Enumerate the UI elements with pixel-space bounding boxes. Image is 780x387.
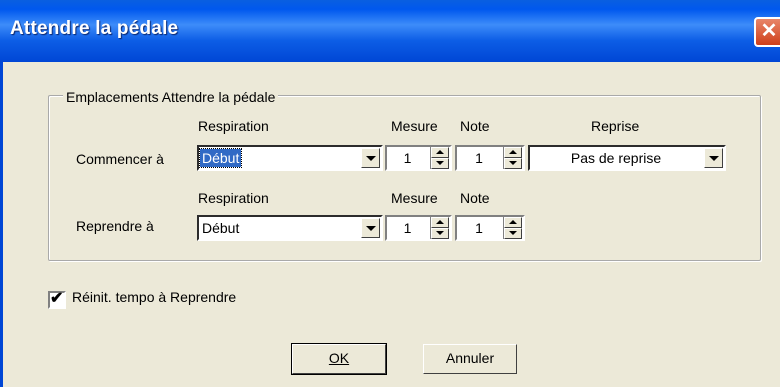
header-reprise: Reprise bbox=[591, 118, 640, 134]
reprise-value: Pas de reprise bbox=[570, 150, 662, 166]
reset-tempo-label[interactable]: Réinit. tempo à Reprendre bbox=[72, 289, 236, 305]
spinner-buttons bbox=[503, 147, 522, 169]
reprise-select[interactable]: Pas de reprise bbox=[528, 145, 726, 171]
close-button[interactable]: ✕ bbox=[754, 17, 780, 47]
header-respiration: Respiration bbox=[198, 118, 269, 134]
spin-down-icon[interactable] bbox=[431, 158, 449, 169]
reprendre-mesure-spinner[interactable]: 1 bbox=[385, 215, 452, 241]
reprendre-note-spinner[interactable]: 1 bbox=[455, 215, 525, 241]
cancel-label: Annuler bbox=[445, 350, 495, 366]
reprendre-mesure-value: 1 bbox=[403, 220, 412, 236]
spin-up-icon[interactable] bbox=[504, 217, 522, 228]
reprendre-respiration-select[interactable]: Début bbox=[197, 215, 383, 241]
cancel-button[interactable]: Annuler bbox=[423, 344, 517, 374]
spinner-buttons bbox=[430, 147, 449, 169]
commencer-mesure-spinner[interactable]: 1 bbox=[385, 145, 452, 171]
commencer-mesure-value: 1 bbox=[403, 150, 412, 166]
header-note: Note bbox=[460, 118, 490, 134]
commencer-note-spinner[interactable]: 1 bbox=[455, 145, 525, 171]
commencer-note-value: 1 bbox=[475, 150, 483, 166]
reprendre-note-value: 1 bbox=[475, 220, 483, 236]
title-bar: Attendre la pédale ✕ bbox=[0, 0, 780, 62]
chevron-down-icon[interactable] bbox=[361, 148, 380, 168]
reprendre-respiration-value: Début bbox=[202, 220, 240, 236]
spin-up-icon[interactable] bbox=[431, 147, 449, 158]
spin-up-icon[interactable] bbox=[504, 147, 522, 158]
reprendre-label: Reprendre à bbox=[76, 218, 154, 234]
window-border bbox=[0, 62, 3, 387]
close-icon: ✕ bbox=[760, 20, 778, 42]
chevron-down-icon[interactable] bbox=[361, 218, 380, 238]
spin-up-icon[interactable] bbox=[431, 217, 449, 228]
commencer-respiration-select[interactable]: Début bbox=[197, 145, 383, 171]
header-mesure: Mesure bbox=[391, 118, 438, 134]
spinner-buttons bbox=[430, 217, 449, 239]
commencer-label: Commencer à bbox=[76, 151, 164, 167]
spin-down-icon[interactable] bbox=[504, 228, 522, 239]
header-note-2: Note bbox=[460, 190, 490, 206]
header-respiration-2: Respiration bbox=[198, 190, 269, 206]
reset-tempo-checkbox[interactable]: ✔ bbox=[48, 290, 66, 309]
checkmark-icon: ✔ bbox=[50, 290, 64, 307]
chevron-down-icon[interactable] bbox=[704, 148, 723, 168]
spinner-buttons bbox=[503, 217, 522, 239]
commencer-respiration-value: Début bbox=[198, 148, 243, 168]
group-legend: Emplacements Attendre la pédale bbox=[63, 89, 279, 105]
header-mesure-2: Mesure bbox=[391, 190, 438, 206]
window-title: Attendre la pédale bbox=[10, 18, 179, 39]
ok-button[interactable]: OK bbox=[291, 343, 387, 375]
ok-label: OK bbox=[328, 350, 350, 366]
spin-down-icon[interactable] bbox=[504, 158, 522, 169]
spin-down-icon[interactable] bbox=[431, 228, 449, 239]
